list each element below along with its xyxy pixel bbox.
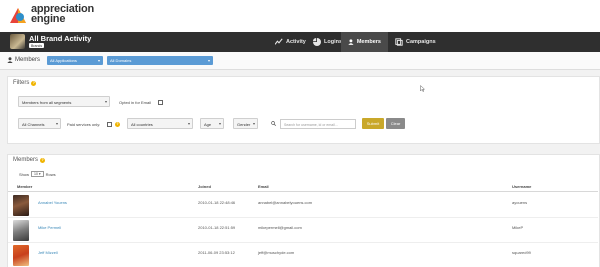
table-row[interactable]: Mike Permell 2010-01-18 22:51:59 mikeper… (8, 218, 598, 243)
campaigns-icon (395, 38, 403, 46)
section-title-label: Members (15, 57, 41, 63)
domains-select-value: All Domains (110, 58, 132, 63)
tab-campaigns-label: Campaigns (406, 39, 436, 45)
user-icon (348, 39, 354, 45)
activity-icon (275, 38, 283, 45)
member-email: jeff@muschyde.com (258, 250, 295, 255)
chevron-down-icon (98, 60, 100, 62)
applications-select-value: All Applications (50, 58, 77, 63)
brand-avatar (10, 34, 25, 49)
tab-campaigns[interactable]: Campaigns (388, 32, 443, 52)
search-icon (271, 121, 276, 126)
page-size-select[interactable]: 10 ▾ (31, 171, 44, 177)
chevron-down-icon (219, 123, 221, 125)
joined-date: 2010-01-18 22:48:46 (198, 200, 236, 205)
logo-icon (10, 8, 26, 23)
logo-line-2: engine (31, 13, 66, 25)
joined-date: 2010-01-18 22:51:59 (198, 225, 236, 230)
channels-select[interactable]: All Channels (18, 118, 61, 129)
submit-button[interactable]: Submit (362, 118, 384, 129)
show-label: Show (19, 171, 30, 177)
paid-services-label: Paid services only: (67, 122, 101, 127)
gender-select[interactable]: Gender (233, 118, 258, 129)
tab-activity-label: Activity (286, 39, 306, 45)
tab-members-label: Members (356, 39, 381, 45)
joined-date: 2011-06-09 23:53:12 (198, 250, 235, 255)
age-select[interactable]: Age (200, 118, 224, 129)
member-email: mikepermell@gmail.com (258, 225, 302, 230)
channels-select-value: All Channels (22, 122, 45, 127)
chevron-down-icon (253, 123, 255, 125)
clear-button[interactable]: Clear (386, 118, 405, 129)
members-title: Members ? (13, 157, 46, 163)
table-row[interactable]: Annabel Youens 2010-01-18 22:48:46 annab… (8, 193, 598, 218)
search-input[interactable]: Search for username, id or email... (280, 119, 356, 129)
filters-panel (7, 76, 600, 144)
chevron-down-icon (105, 101, 107, 103)
age-select-value: Age (204, 122, 212, 127)
page-title: All Brand Activity (29, 34, 92, 43)
segment-select[interactable]: Members from all segments (18, 96, 110, 107)
column-header-email[interactable]: Email (258, 184, 269, 189)
filters-title: Filters ? (13, 80, 37, 86)
section-title: Members (7, 57, 40, 63)
column-header-member[interactable]: Member (17, 184, 32, 189)
member-name-link[interactable]: Jeff Mizzell (38, 250, 58, 255)
opted-in-checkbox[interactable] (158, 100, 163, 105)
member-email: annabel@annabelyouens.com (258, 200, 313, 205)
logo-text: appreciation engine (31, 4, 94, 25)
domains-select[interactable]: All Domains (107, 56, 213, 65)
avatar (13, 195, 29, 216)
table-row[interactable]: Jeff Mizzell 2011-06-09 23:53:12 jeff@mu… (8, 243, 598, 267)
applications-select[interactable]: All Applications (47, 56, 103, 65)
members-title-label: Members (13, 157, 39, 163)
filters-title-label: Filters (13, 80, 30, 86)
user-icon (7, 57, 13, 63)
brand-badge[interactable]: Brands (29, 43, 45, 48)
avatar (13, 220, 29, 241)
tab-logins-label: Logins (324, 39, 343, 45)
member-name-link[interactable]: Mike Permell (38, 225, 61, 230)
page-size-control: Show 10 ▾ Rows (19, 171, 56, 177)
gender-select-value: Gender (237, 122, 251, 127)
column-header-joined[interactable]: Joined (198, 184, 211, 189)
table-header-divider (8, 191, 598, 192)
countries-select[interactable]: All countries (127, 118, 193, 129)
member-username: MikeP (512, 225, 524, 230)
mouse-cursor-icon (420, 85, 425, 92)
avatar (13, 245, 29, 266)
opted-in-label: Opted in for Email (119, 100, 152, 105)
segment-select-value: Members from all segments (22, 100, 72, 105)
help-icon[interactable]: ? (115, 122, 120, 127)
chevron-down-icon (208, 60, 210, 62)
rows-label: Rows (45, 171, 56, 177)
help-icon[interactable]: ? (40, 157, 46, 163)
tab-members[interactable]: Members (341, 32, 388, 55)
page-size-value: 10 (34, 172, 38, 176)
paid-services-checkbox[interactable] (107, 122, 112, 127)
countries-select-value: All countries (131, 122, 153, 127)
column-header-username[interactable]: Username (512, 184, 531, 189)
search-placeholder: Search for username, id or email... (284, 122, 338, 127)
pie-chart-icon (313, 38, 321, 46)
top-bar: appreciation engine (0, 0, 600, 32)
chevron-down-icon (56, 123, 58, 125)
member-username: squared99 (512, 250, 531, 255)
help-icon[interactable]: ? (31, 80, 37, 86)
chevron-down-icon (188, 123, 190, 125)
member-username: ayouens (512, 200, 528, 205)
member-name-link[interactable]: Annabel Youens (38, 200, 67, 205)
